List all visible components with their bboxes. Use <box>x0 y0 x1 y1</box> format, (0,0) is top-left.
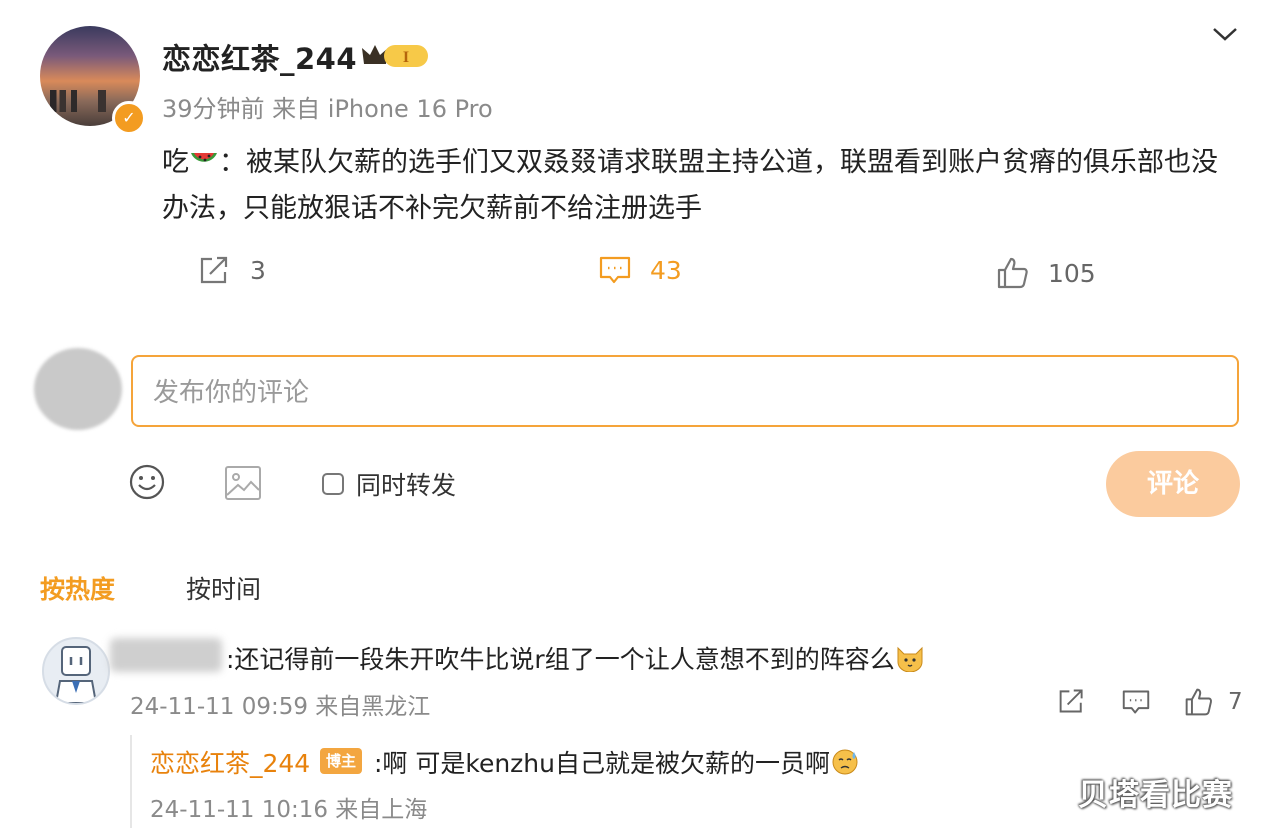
reply-username[interactable]: 恋恋红茶_244 <box>150 744 310 780</box>
tab-sort-hot[interactable]: 按热度 <box>40 570 115 606</box>
comment-like-button[interactable]: 7 <box>1184 687 1243 717</box>
cat-emoji <box>897 646 923 672</box>
repost-checkbox[interactable]: 同时转发 <box>322 466 456 502</box>
comment-text-content: :还记得前一段朱开吹牛比说r组了一个让人意想不到的阵容么 <box>226 645 895 674</box>
content-prefix: 吃 <box>162 147 189 178</box>
author-username[interactable]: 恋恋红茶_244 <box>162 36 357 78</box>
like-count: 105 <box>1048 258 1096 288</box>
emoji-icon[interactable] <box>128 463 166 501</box>
vip-level: I <box>403 49 409 66</box>
comment-button[interactable]: 43 <box>598 254 682 286</box>
tab-sort-time[interactable]: 按时间 <box>186 570 261 606</box>
vip-crown-icon[interactable]: I <box>360 42 432 70</box>
verified-icon: ✓ <box>112 101 146 135</box>
reply-text-content: :啊 可是kenzhu自己就是被欠薪的一员啊 <box>374 749 830 778</box>
comment-count: 43 <box>650 255 682 285</box>
comment-icon <box>599 256 631 284</box>
avatar-illustration <box>54 646 98 703</box>
repost-icon <box>200 256 228 284</box>
comment-repost-icon[interactable] <box>1057 687 1087 715</box>
watermark: 贝塔看比赛 <box>1078 778 1233 813</box>
checkbox-box[interactable] <box>322 473 344 495</box>
chevron-down-icon[interactable] <box>1210 22 1240 46</box>
author-badge: 博主 <box>320 748 362 774</box>
sweat-emoji <box>832 749 858 775</box>
submit-comment-button[interactable]: 评论 <box>1106 451 1240 517</box>
comment-like-count: 7 <box>1228 689 1243 715</box>
post-meta: 39分钟前 来自 iPhone 16 Pro <box>162 95 493 123</box>
comment-reply-icon[interactable] <box>1121 688 1151 716</box>
image-icon[interactable] <box>224 465 262 501</box>
like-icon <box>997 257 1028 289</box>
watermelon-emoji <box>191 153 217 162</box>
reply-text: :啊 可是kenzhu自己就是被欠薪的一员啊 <box>374 744 860 780</box>
comment-like-icon <box>1185 688 1212 716</box>
like-button[interactable]: 105 <box>996 256 1096 290</box>
reply-meta: 24-11-11 10:16 来自上海 <box>150 797 428 823</box>
commenter-name-blurred <box>110 638 222 672</box>
repost-checkbox-label: 同时转发 <box>356 471 457 500</box>
commenter-avatar[interactable] <box>42 637 110 705</box>
repost-count: 3 <box>250 255 266 285</box>
post-content: 吃 ：被某队欠薪的选手们又双叒叕请求联盟主持公道，联盟看到账户贫瘠的俱乐部也没办… <box>162 140 1242 232</box>
reply-divider <box>130 735 132 828</box>
comment-text: :还记得前一段朱开吹牛比说r组了一个让人意想不到的阵容么 <box>226 640 925 676</box>
comment-meta: 24-11-11 09:59 来自黑龙江 <box>130 694 431 720</box>
current-user-avatar <box>34 348 122 430</box>
repost-button[interactable]: 3 <box>198 254 266 286</box>
content-body: ：被某队欠薪的选手们又双叒叕请求联盟主持公道，联盟看到账户贫瘠的俱乐部也没办法，… <box>162 147 1218 224</box>
comment-input[interactable]: 发布你的评论 <box>131 355 1239 427</box>
